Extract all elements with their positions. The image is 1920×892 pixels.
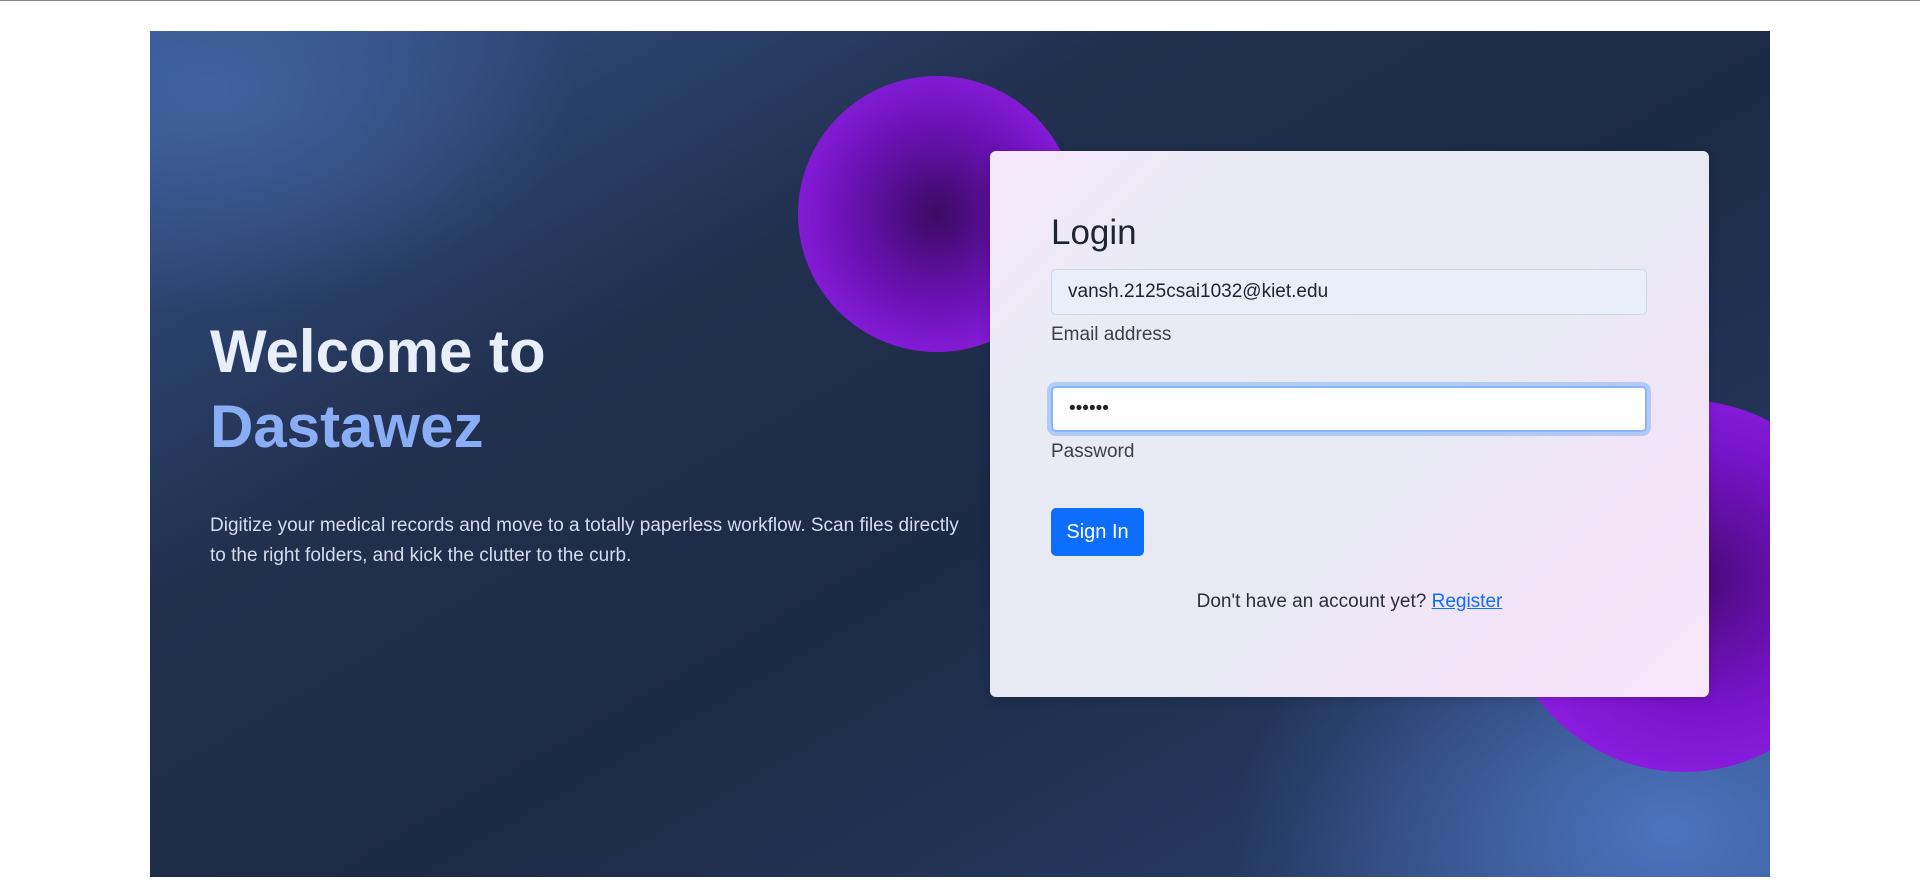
hero-section: Welcome to Dastawez Digitize your medica… (150, 31, 1770, 877)
login-card: Login Email address Password Sign In Don… (990, 151, 1709, 697)
tagline-text: Digitize your medical records and move t… (210, 515, 959, 566)
top-border-line (0, 0, 1920, 1)
welcome-heading: Welcome to Dastawez (210, 314, 546, 464)
welcome-text: Welcome to (210, 318, 546, 385)
email-label: Email address (1051, 324, 1172, 345)
login-title: Login (1051, 213, 1137, 252)
register-prompt: Don't have an account yet? (1196, 591, 1427, 612)
password-field[interactable] (1051, 386, 1647, 432)
password-label: Password (1051, 441, 1135, 462)
brand-name: Dastawez (210, 393, 484, 460)
email-field[interactable] (1051, 269, 1647, 315)
sign-in-button[interactable]: Sign In (1051, 508, 1144, 556)
register-link[interactable]: Register (1432, 591, 1503, 612)
register-prompt-line: Don't have an account yet? Register (990, 591, 1709, 613)
